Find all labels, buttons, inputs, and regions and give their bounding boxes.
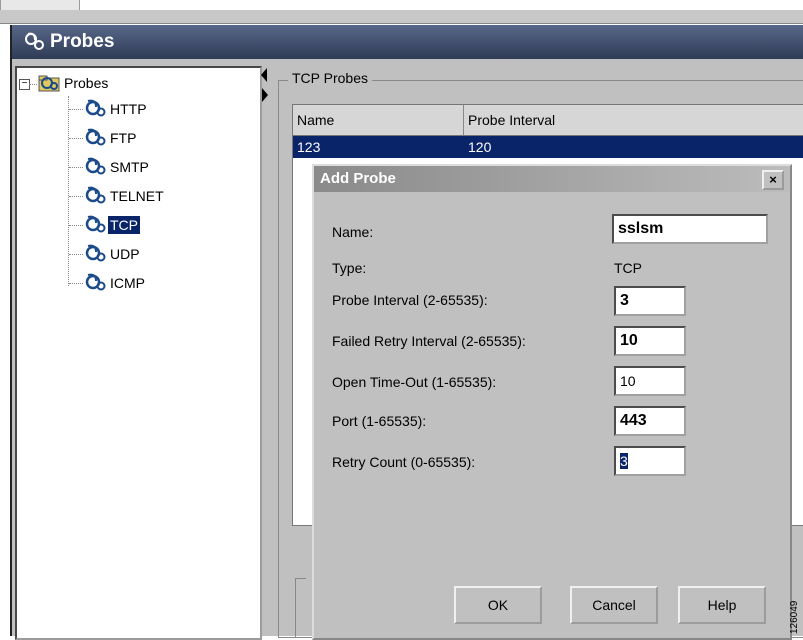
retry-count-value: 3: [620, 453, 628, 469]
probes-header: Probes: [10, 25, 803, 59]
open-timeout-label: Open Time-Out (1-65535):: [332, 374, 497, 390]
top-strip: [0, 0, 803, 24]
tree-line: [69, 138, 83, 139]
tree-line: [69, 283, 83, 284]
add-probe-dialog: Add Probe × Name: Type: TCP Probe Interv…: [312, 164, 792, 640]
probe-interval-label: Probe Interval (2-65535):: [332, 292, 488, 308]
type-label: Type:: [332, 260, 367, 276]
probe-icon: [85, 128, 106, 146]
tree-item-tcp[interactable]: TCP: [84, 213, 140, 237]
probe-icon: [85, 273, 106, 291]
lower-group-frame: [295, 578, 306, 637]
open-timeout-field[interactable]: [614, 366, 686, 396]
ok-button[interactable]: OK: [454, 586, 542, 624]
tree-item-http[interactable]: HTTP: [84, 97, 149, 121]
tree-item-label: SMTP: [110, 159, 149, 175]
figure-number: 126049: [789, 600, 800, 634]
probe-icon: [85, 215, 106, 233]
probe-icon: [85, 244, 106, 262]
probe-tree[interactable]: [15, 66, 262, 640]
help-button[interactable]: Help: [678, 586, 766, 624]
tree-line: [69, 196, 83, 197]
dialog-title: Add Probe: [320, 170, 396, 187]
group-title: TCP Probes: [288, 70, 372, 86]
cancel-button[interactable]: Cancel: [570, 586, 658, 624]
retry-count-label: Retry Count (0-65535):: [332, 454, 476, 470]
tree-root-label: Probes: [64, 75, 109, 91]
port-label: Port (1-65535):: [332, 413, 427, 429]
close-icon[interactable]: ×: [762, 170, 784, 190]
failed-retry-label: Failed Retry Interval (2-65535):: [332, 333, 526, 349]
probe-interval-field[interactable]: [614, 286, 686, 316]
tree-line: [68, 96, 69, 286]
tree-item-label: TCP: [108, 216, 140, 234]
name-label: Name:: [332, 224, 374, 240]
type-value: TCP: [614, 260, 642, 276]
probe-icon: [85, 186, 106, 204]
cell-interval: 120: [468, 139, 492, 155]
column-header-name[interactable]: Name: [293, 105, 464, 135]
port-field[interactable]: [614, 406, 686, 436]
tree-item-label: ICMP: [110, 275, 145, 291]
tree-root-probes[interactable]: Probes: [38, 71, 110, 95]
tree-item-telnet[interactable]: TELNET: [84, 184, 166, 208]
tree-line: [69, 167, 83, 168]
page-title: Probes: [50, 31, 115, 52]
tree-line: [29, 84, 37, 85]
tree-item-label: UDP: [110, 246, 140, 262]
probe-icon: [85, 99, 106, 117]
top-bar: [0, 10, 803, 24]
tree-item-ftp[interactable]: FTP: [84, 126, 138, 150]
cell-name: 123: [297, 139, 321, 155]
table-header: Name Probe Interval: [293, 105, 803, 136]
table-row[interactable]: 123 120: [293, 136, 803, 158]
probe-icon: [85, 157, 106, 175]
tree-item-smtp[interactable]: SMTP: [84, 155, 151, 179]
retry-count-field[interactable]: 3: [614, 446, 686, 476]
tree-item-icmp[interactable]: ICMP: [84, 271, 147, 295]
probe-icon: [25, 32, 44, 50]
tree-line: [69, 254, 83, 255]
figure-number-text: 126049: [789, 600, 800, 634]
tree-item-label: FTP: [110, 130, 137, 146]
tree-item-label: HTTP: [110, 101, 147, 117]
failed-retry-field[interactable]: [614, 326, 686, 356]
dialog-titlebar[interactable]: Add Probe ×: [314, 166, 790, 192]
splitter-arrows-icon[interactable]: [260, 66, 270, 106]
name-field[interactable]: [612, 214, 768, 244]
tree-item-udp[interactable]: UDP: [84, 242, 142, 266]
tree-line: [69, 109, 83, 110]
tree-line: [69, 225, 83, 226]
column-header-probe-interval[interactable]: Probe Interval: [464, 105, 803, 135]
tree-item-label: TELNET: [110, 188, 164, 204]
folder-probe-icon: [38, 75, 60, 92]
